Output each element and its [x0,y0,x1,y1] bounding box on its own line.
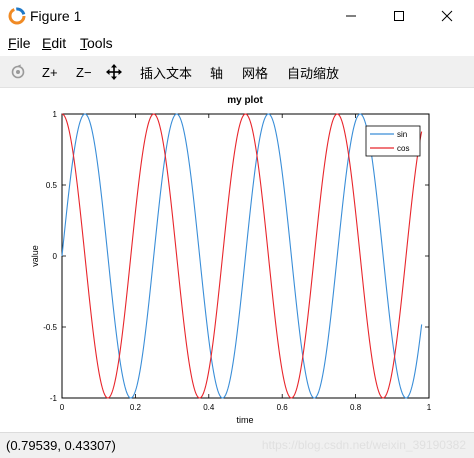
x-tick-label: 0.2 [130,403,142,412]
rotate-icon [11,64,25,79]
menu-edit-label: dit [51,35,67,51]
axis-button[interactable]: 轴 [210,62,223,82]
y-tick-label: 0 [53,252,58,261]
menu-file[interactable]: File [8,35,31,51]
watermark-text: https://blog.csdn.net/weixin_39190382 [261,438,466,452]
cursor-coordinates: (0.79539, 0.43307) [6,438,116,453]
chart-title: my plot [227,95,263,106]
minimize-icon [346,15,356,17]
y-tick-label: -1 [50,394,58,403]
toolbar: Z+ Z− 插入文本 轴 网格 自动缩放 [0,56,474,88]
menu-file-mnemonic: F [8,35,17,51]
grid-button[interactable]: 网格 [242,62,268,82]
x-tick-label: 0.8 [350,403,362,412]
plot-svg[interactable]: my plot -1-0.500.51 0 0.2 0.4 0.6 0.8 1 time … [0,88,474,432]
menu-tools-mnemonic: T [80,35,87,51]
close-button[interactable] [424,0,470,32]
insert-text-button[interactable]: 插入文本 [140,62,192,82]
menu-tools[interactable]: Tools [80,35,113,51]
octave-logo-icon [8,7,26,25]
rotate-button[interactable] [10,62,26,82]
pan-move-icon [106,64,122,80]
maximize-button[interactable] [376,0,422,32]
pan-button[interactable] [106,62,122,82]
y-tick-label: -0.5 [43,323,57,332]
title-bar: Figure 1 [0,0,474,32]
y-axis-label: value [30,245,40,267]
menu-file-label: ile [16,35,31,51]
menu-bar: File Edit Tools [0,32,474,56]
x-tick-label: 0.4 [203,403,215,412]
autoscale-button[interactable]: 自动缩放 [287,62,339,82]
y-tick-label: 1 [53,110,58,119]
zoom-in-button[interactable]: Z+ [42,62,58,82]
legend-box [365,125,421,157]
zoom-out-button[interactable]: Z− [76,62,92,82]
x-axis-label: time [236,415,253,425]
maximize-icon [394,11,404,21]
close-icon [441,10,453,22]
status-bar: (0.79539, 0.43307) https://blog.csdn.net… [0,432,474,458]
figure-canvas[interactable]: my plot -1 -0.5 0 0.5 1 0 0.2 0.4 0.6 0.8 1 time … [0,88,474,432]
y-tick-label: 0.5 [46,181,58,190]
x-tick-label: 0.6 [277,403,289,412]
legend-label-sin: sin [397,130,407,139]
menu-edit[interactable]: Edit [42,35,66,51]
window-title: Figure 1 [30,8,82,24]
minimize-button[interactable] [328,0,374,32]
legend: sin cos [365,125,421,157]
legend-label-cos: cos [397,144,409,153]
menu-edit-mnemonic: E [42,35,52,51]
x-tick-label: 1 [427,403,432,412]
menu-tools-label: ools [87,35,113,51]
x-tick-label: 0 [60,403,65,412]
